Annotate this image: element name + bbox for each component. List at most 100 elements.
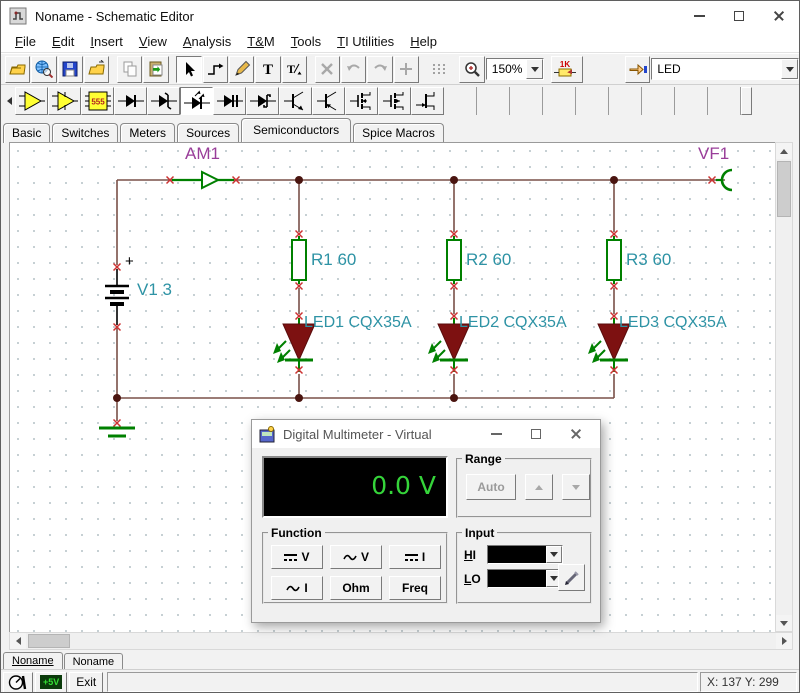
voltage-pin-label[interactable]: VF1	[698, 144, 729, 163]
scroll-down-button[interactable]	[776, 615, 792, 631]
resistor-label[interactable]: R2 60	[466, 250, 511, 269]
undo-button[interactable]	[341, 56, 366, 83]
component-opamp-button[interactable]	[15, 87, 48, 115]
range-up-button[interactable]	[525, 474, 553, 500]
component-npn-button[interactable]	[279, 87, 312, 115]
tab-spice-macros[interactable]: Spice Macros	[353, 123, 444, 143]
function-dc-current-button[interactable]: I	[389, 545, 441, 569]
maximize-button[interactable]	[719, 1, 759, 31]
function-dc-voltage-button[interactable]: V	[271, 545, 323, 569]
branch-r1-led1[interactable]	[273, 180, 315, 398]
save-button[interactable]	[58, 56, 83, 83]
ground-symbol[interactable]	[99, 420, 135, 437]
dmm-close-button[interactable]	[556, 420, 596, 448]
redo-button[interactable]	[367, 56, 392, 83]
menu-ti-utilities[interactable]: TI Utilities	[329, 32, 402, 51]
horizontal-scrollbar[interactable]	[9, 632, 793, 650]
component-values-button[interactable]: 1K	[551, 56, 583, 83]
resistor-label[interactable]: R1 60	[311, 250, 356, 269]
dmm-maximize-button[interactable]	[516, 420, 556, 448]
ammeter-label[interactable]: AM1	[185, 144, 220, 163]
sheet-tab-noname-1[interactable]: Noname	[3, 652, 63, 669]
component-jfet-button[interactable]	[411, 87, 444, 115]
range-down-button[interactable]	[562, 474, 590, 500]
function-ohm-button[interactable]: Ohm	[330, 576, 382, 600]
led-label[interactable]: LED1 CQX35A	[304, 314, 412, 331]
menu-file[interactable]: File	[7, 32, 44, 51]
component-diode-button[interactable]	[114, 87, 147, 115]
component-zener-button[interactable]	[147, 87, 180, 115]
component-scroll-right-button[interactable]	[741, 87, 752, 115]
input-lo-combo[interactable]	[487, 569, 563, 588]
open-file-button[interactable]	[5, 56, 30, 83]
multimeter-titlebar[interactable]: Digital Multimeter - Virtual	[252, 420, 600, 448]
probe-button[interactable]	[558, 564, 585, 591]
component-schottky-button[interactable]	[246, 87, 279, 115]
tab-basic[interactable]: Basic	[3, 123, 50, 143]
led-label[interactable]: LED3 CQX35A	[619, 314, 727, 331]
menu-tools[interactable]: Tools	[283, 32, 329, 51]
minimize-button[interactable]	[679, 1, 719, 31]
select-tool-button[interactable]	[176, 56, 201, 83]
vertical-scroll-thumb[interactable]	[777, 161, 791, 217]
battery-label[interactable]: V1 3	[137, 280, 172, 299]
open-recent-button[interactable]	[84, 56, 109, 83]
zoom-level-combo[interactable]: 150%	[486, 58, 545, 80]
menu-view[interactable]: View	[131, 32, 175, 51]
label-tool-button[interactable]: T	[282, 56, 307, 83]
component-led-button[interactable]	[180, 87, 213, 115]
grid-toggle-button[interactable]	[427, 56, 452, 83]
zoom-tool-button[interactable]	[459, 56, 484, 83]
open-web-button[interactable]	[31, 56, 56, 83]
exit-button[interactable]: Exit	[69, 672, 103, 693]
close-button[interactable]	[759, 1, 799, 31]
copy-button[interactable]	[117, 56, 142, 83]
component-pmos-button[interactable]	[378, 87, 411, 115]
branch-r2-led2[interactable]	[428, 180, 470, 398]
tab-semiconductors[interactable]: Semiconductors	[241, 118, 351, 142]
function-ac-current-button[interactable]: I	[271, 576, 323, 600]
input-hi-combo[interactable]	[487, 545, 563, 564]
horizontal-scroll-thumb[interactable]	[28, 634, 70, 648]
menu-tm[interactable]: T&M	[239, 32, 282, 51]
range-auto-button[interactable]: Auto	[466, 474, 516, 500]
tab-meters[interactable]: Meters	[120, 123, 175, 143]
draw-tool-button[interactable]	[229, 56, 254, 83]
scroll-left-button[interactable]	[10, 633, 26, 649]
tab-sources[interactable]: Sources	[177, 123, 239, 143]
scroll-right-button[interactable]	[776, 633, 792, 649]
power-5v-button[interactable]: +5V	[35, 672, 67, 693]
probe-mode-button[interactable]	[3, 672, 33, 693]
wire-tool-button[interactable]	[203, 56, 228, 83]
function-freq-button[interactable]: Freq	[389, 576, 441, 600]
paste-button[interactable]	[143, 56, 168, 83]
component-search-combo[interactable]: LED	[651, 58, 799, 80]
component-scroll-left-button[interactable]	[3, 87, 15, 115]
menu-analysis[interactable]: Analysis	[175, 32, 239, 51]
menu-insert[interactable]: Insert	[82, 32, 131, 51]
component-varicap-button[interactable]	[213, 87, 246, 115]
function-ac-voltage-button[interactable]: V	[330, 545, 382, 569]
input-hi-combo-arrow[interactable]	[546, 546, 562, 563]
wires[interactable]	[117, 180, 725, 421]
branch-r3-led3[interactable]	[588, 180, 630, 398]
component-pnp-button[interactable]	[312, 87, 345, 115]
menu-edit[interactable]: Edit	[44, 32, 82, 51]
dmm-minimize-button[interactable]	[476, 420, 516, 448]
component-nmos-button[interactable]	[345, 87, 378, 115]
resistor-label[interactable]: R3 60	[626, 250, 671, 269]
tab-switches[interactable]: Switches	[52, 123, 118, 143]
battery-symbol[interactable]: +	[105, 253, 134, 331]
find-component-button[interactable]	[625, 56, 650, 83]
component-555-timer-button[interactable]: 555	[81, 87, 114, 115]
scroll-up-button[interactable]	[776, 143, 792, 159]
zoom-combo-arrow[interactable]	[526, 59, 543, 79]
vertical-scrollbar[interactable]	[775, 142, 793, 632]
sheet-tab-noname-2[interactable]: Noname	[64, 653, 124, 670]
ammeter-symbol[interactable]	[167, 172, 240, 188]
menu-help[interactable]: Help	[402, 32, 445, 51]
text-tool-button[interactable]: T	[255, 56, 280, 83]
voltage-pin-symbol[interactable]	[709, 170, 733, 190]
move-button[interactable]	[394, 56, 419, 83]
component-combo-arrow[interactable]	[781, 59, 798, 79]
